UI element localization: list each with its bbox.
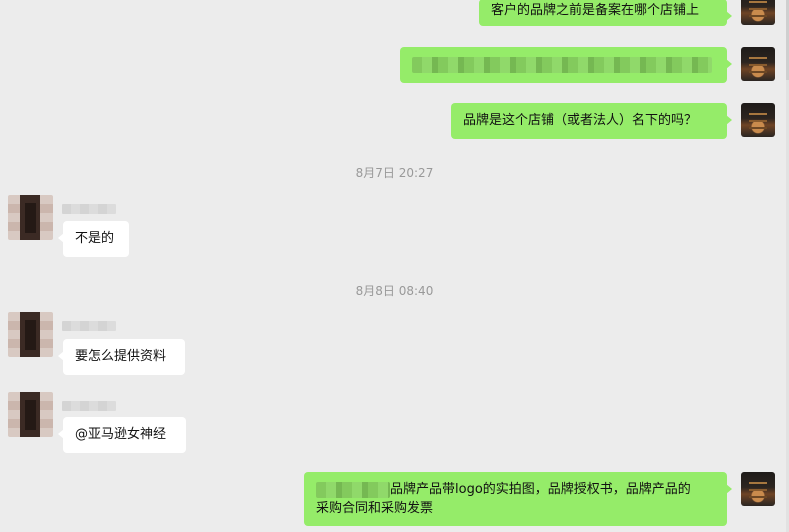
message-text: 不是的: [75, 231, 115, 246]
contact-nickname-redacted: [62, 401, 116, 411]
chat-bubble-self[interactable]: 客户的品牌之前是备案在哪个店铺上: [479, 0, 732, 26]
chat-bubble-self[interactable]: 品牌产品带logo的实拍图，品牌授权书，品牌产品的 采购合同和采购发票: [304, 472, 732, 526]
contact-avatar[interactable]: [8, 195, 53, 240]
contact-nickname-redacted: [62, 204, 116, 214]
chat-bubble-self[interactable]: 品牌是这个店铺（或者法人）名下的吗？: [451, 103, 732, 139]
message-text: 品牌是这个店铺（或者法人）名下的吗？: [463, 113, 698, 128]
message-text: 客户的品牌之前是备案在哪个店铺上: [491, 3, 700, 18]
chat-bubble-other[interactable]: @亚马逊女神经: [58, 417, 186, 453]
message-text: 品牌产品带logo的实拍图，品牌授权书，品牌产品的: [390, 482, 691, 497]
chat-bubble-other[interactable]: 不是的: [58, 221, 129, 257]
timestamp: 8月8日 08:40: [355, 284, 434, 298]
chat-bubble-self-redacted[interactable]: [400, 47, 732, 83]
chat-bubble-other[interactable]: 要怎么提供资料: [58, 339, 185, 375]
self-avatar[interactable]: [741, 472, 775, 506]
message-text: @亚马逊女神经: [75, 427, 167, 442]
redacted-text: [412, 56, 712, 73]
message-line-2: 采购合同和采购发票: [316, 501, 434, 516]
timestamp: 8月7日 20:27: [355, 166, 434, 180]
message-text: 要怎么提供资料: [75, 349, 167, 364]
self-avatar[interactable]: [741, 0, 775, 25]
self-avatar[interactable]: [741, 103, 775, 137]
message-line-1: 品牌产品带logo的实拍图，品牌授权书，品牌产品的: [316, 480, 715, 499]
self-avatar[interactable]: [741, 47, 775, 81]
redacted-text: [316, 481, 390, 498]
contact-avatar[interactable]: [8, 312, 53, 357]
contact-nickname-redacted: [62, 321, 116, 331]
contact-avatar[interactable]: [8, 392, 53, 437]
